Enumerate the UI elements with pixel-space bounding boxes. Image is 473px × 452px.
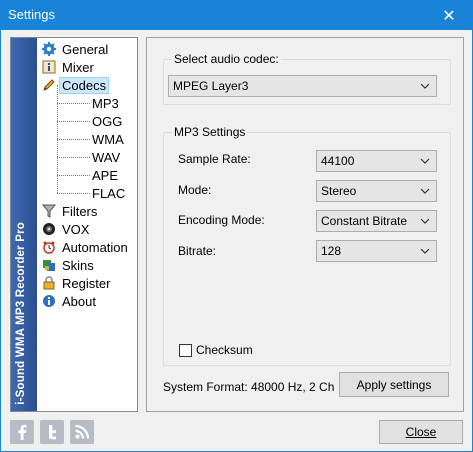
- mode-value: Stereo: [321, 184, 357, 198]
- codec-select[interactable]: MPEG Layer3: [168, 75, 437, 97]
- nav-subitem-mp3[interactable]: MP3: [39, 85, 135, 112]
- nav-item-vox[interactable]: VOX: [39, 220, 135, 238]
- system-format-text: System Format: 48000 Hz, 2 Ch: [163, 380, 335, 394]
- mp3-settings-group: MP3 Settings Sample Rate: 44100 Mode: St…: [163, 125, 451, 366]
- close-button-label: Close: [405, 425, 437, 439]
- info-circle-icon: [41, 293, 57, 309]
- mode-select[interactable]: Stereo: [316, 180, 437, 202]
- nav-subitem-flac[interactable]: FLAC: [39, 175, 135, 202]
- sample-rate-label: Sample Rate:: [178, 152, 251, 166]
- nav-item-codecs[interactable]: Codecs: [39, 76, 135, 94]
- settings-window: Settings ✕ i-Sound WMA MP3 Recorder Pro …: [0, 0, 473, 452]
- gear-icon: [41, 41, 57, 57]
- skins-icon: [41, 257, 57, 273]
- bitrate-select[interactable]: 128: [316, 240, 437, 262]
- settings-tree: General Mixer Codecs MP3 OGG WMA WAV APE…: [39, 40, 135, 310]
- bitrate-label: Bitrate:: [178, 244, 217, 258]
- nav-item-automation[interactable]: Automation: [39, 238, 135, 256]
- nav-item-filters[interactable]: Filters: [39, 202, 135, 220]
- alarm-clock-icon: [41, 239, 57, 255]
- lock-icon: [41, 275, 57, 291]
- mp3-group-title: MP3 Settings: [172, 125, 248, 139]
- facebook-icon[interactable]: [10, 420, 34, 444]
- close-window-icon[interactable]: ✕: [426, 1, 472, 30]
- chevron-down-icon: [418, 184, 432, 198]
- brand-text: i-Sound WMA MP3 Recorder Pro: [15, 222, 27, 405]
- sample-rate-value: 44100: [321, 154, 355, 168]
- checksum-row[interactable]: Checksum: [179, 343, 253, 357]
- rss-icon[interactable]: [70, 420, 94, 444]
- nav-subitem-ape[interactable]: APE: [39, 157, 135, 184]
- sample-rate-select[interactable]: 44100: [316, 150, 437, 172]
- funnel-icon: [41, 203, 57, 219]
- title-bar: Settings ✕: [1, 1, 472, 30]
- apply-settings-button[interactable]: Apply settings: [339, 372, 449, 397]
- encoding-mode-value: Constant Bitrate: [321, 214, 408, 228]
- mode-label: Mode:: [178, 183, 212, 197]
- nav-item-about[interactable]: About: [39, 292, 135, 310]
- nav-subitem-ogg[interactable]: OGG: [39, 103, 135, 130]
- info-icon: [41, 59, 57, 75]
- chevron-down-icon: [418, 214, 432, 228]
- chevron-down-icon: [418, 154, 432, 168]
- checksum-label: Checksum: [196, 343, 253, 357]
- pencil-icon: [41, 77, 57, 93]
- codec-settings-panel: Select audio codec: MPEG Layer3 MP3 Sett…: [146, 37, 464, 412]
- checksum-checkbox[interactable]: [179, 343, 192, 357]
- nav-item-skins[interactable]: Skins: [39, 256, 135, 274]
- chevron-down-icon: [418, 79, 432, 93]
- nav-item-general[interactable]: General: [39, 40, 135, 58]
- bitrate-value: 128: [321, 244, 342, 258]
- nav-item-mixer[interactable]: Mixer: [39, 58, 135, 76]
- window-title: Settings: [8, 7, 55, 22]
- nav-subitem-wav[interactable]: WAV: [39, 139, 135, 166]
- codec-group-title: Select audio codec:: [172, 52, 281, 66]
- close-button[interactable]: Close: [379, 420, 463, 444]
- nav-subitem-wma[interactable]: WMA: [39, 121, 135, 148]
- encoding-mode-label: Encoding Mode:: [178, 213, 265, 227]
- brand-strip: i-Sound WMA MP3 Recorder Pro: [11, 38, 37, 411]
- nav-item-register[interactable]: Register: [39, 274, 135, 292]
- codec-select-value: MPEG Layer3: [173, 79, 249, 93]
- twitter-icon[interactable]: [40, 420, 64, 444]
- encoding-mode-select[interactable]: Constant Bitrate: [316, 210, 437, 232]
- codec-group: Select audio codec: MPEG Layer3: [163, 52, 451, 105]
- chevron-down-icon: [418, 244, 432, 258]
- speaker-icon: [41, 221, 57, 237]
- settings-sidebar: i-Sound WMA MP3 Recorder Pro General Mix…: [10, 37, 138, 412]
